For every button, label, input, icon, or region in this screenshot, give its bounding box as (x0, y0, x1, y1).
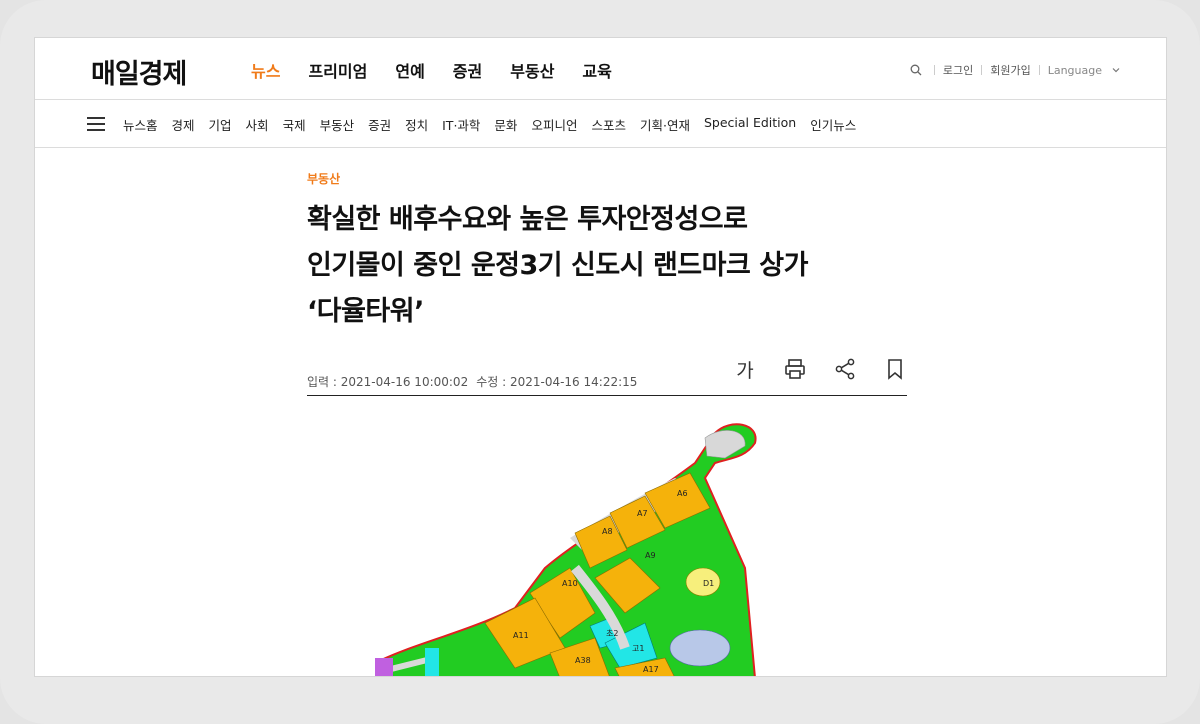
map-block-label: A8 (602, 527, 613, 536)
section-nav-item[interactable]: 사회 (246, 115, 269, 134)
map-block-label: 초2 (606, 629, 618, 638)
site-plan-map: A6 A7 A8 A9 D1 A10 A11 초2 고1 A38 A17 (375, 423, 757, 676)
bookmark-icon[interactable] (883, 357, 907, 381)
map-block-label: D1 (703, 579, 714, 588)
browser-page: 매일경제 뉴스 프리미엄 연예 증권 부동산 교육 로그인 회원가입 Langu… (35, 38, 1166, 676)
headline-line: 확실한 배후수요와 높은 투자안정성으로 (307, 204, 748, 235)
share-icon[interactable] (833, 357, 857, 381)
divider (981, 65, 983, 75)
article-dates: 입력 : 2021-04-16 10:00:02 수정 : 2021-04-16 … (307, 373, 637, 390)
main-nav-premium[interactable]: 프리미엄 (308, 58, 367, 82)
section-nav-item[interactable]: 기업 (209, 115, 232, 134)
article-category[interactable]: 부동산 (307, 170, 907, 187)
section-nav-item[interactable]: IT·과학 (442, 115, 480, 134)
sub-header: 뉴스홈 경제 기업 사회 국제 부동산 증권 정치 IT·과학 문화 오피니언 … (35, 100, 1166, 148)
section-nav-item[interactable]: 정치 (405, 115, 428, 134)
site-logo[interactable]: 매일경제 (91, 52, 187, 91)
main-nav: 뉴스 프리미엄 연예 증권 부동산 교육 (251, 58, 612, 82)
map-block-label: A17 (643, 665, 659, 674)
section-nav-item[interactable]: 문화 (494, 115, 517, 134)
modified-date: 수정 : 2021-04-16 14:22:15 (476, 375, 638, 389)
chevron-down-icon[interactable] (1112, 66, 1120, 74)
main-nav-stocks[interactable]: 증권 (453, 58, 482, 82)
login-link[interactable]: 로그인 (943, 62, 973, 78)
font-size-button[interactable]: 가 (733, 357, 757, 382)
section-nav-item[interactable]: 오피니언 (531, 115, 577, 134)
map-residential-blocks (484, 472, 731, 676)
print-icon[interactable] (783, 357, 807, 381)
map-block-label: 고1 (632, 644, 644, 653)
search-icon[interactable] (910, 64, 922, 76)
headline-line: ‘다율타워’ (307, 296, 424, 327)
main-nav-education[interactable]: 교육 (582, 58, 611, 82)
map-block-label: A7 (637, 509, 648, 518)
section-nav-item[interactable]: 국제 (283, 115, 306, 134)
divider (1038, 65, 1040, 75)
map-block-label: A10 (562, 579, 578, 588)
section-nav-item[interactable]: 인기뉴스 (810, 115, 856, 134)
utility-menu: 로그인 회원가입 Language (910, 62, 1120, 78)
divider (933, 65, 935, 75)
section-nav-item[interactable]: 경제 (172, 115, 195, 134)
section-nav-item[interactable]: 뉴스홈 (123, 115, 158, 134)
article-tools: 가 (733, 357, 907, 382)
map-block-label: A9 (645, 551, 656, 560)
map-block-label: A6 (677, 489, 688, 498)
headline-line: 인기몰이 중인 운정3기 신도시 랜드마크 상가 (307, 250, 808, 281)
main-nav-realestate[interactable]: 부동산 (510, 58, 554, 82)
section-nav: 뉴스홈 경제 기업 사회 국제 부동산 증권 정치 IT·과학 문화 오피니언 … (123, 115, 856, 134)
section-nav-item[interactable]: 증권 (368, 115, 391, 134)
language-selector[interactable]: Language (1048, 64, 1102, 77)
hamburger-icon[interactable] (87, 117, 105, 131)
top-header: 매일경제 뉴스 프리미엄 연예 증권 부동산 교육 로그인 회원가입 Langu… (35, 38, 1166, 100)
main-nav-news[interactable]: 뉴스 (251, 58, 280, 82)
article-meta-row: 입력 : 2021-04-16 10:00:02 수정 : 2021-04-16 … (307, 358, 907, 396)
article-headline: 확실한 배후수요와 높은 투자안정성으로 인기몰이 중인 운정3기 신도시 랜드… (307, 197, 907, 335)
section-nav-item[interactable]: 기획·연재 (640, 115, 690, 134)
map-block-label: A11 (513, 631, 529, 640)
section-nav-item[interactable]: Special Edition (704, 115, 796, 134)
article: 부동산 확실한 배후수요와 높은 투자안정성으로 인기몰이 중인 운정3기 신도… (307, 146, 907, 396)
input-date: 입력 : 2021-04-16 10:00:02 (307, 375, 469, 389)
signup-link[interactable]: 회원가입 (990, 62, 1030, 78)
map-block-label: A38 (575, 656, 591, 665)
main-nav-entertainment[interactable]: 연예 (395, 58, 424, 82)
section-nav-item[interactable]: 부동산 (320, 115, 355, 134)
section-nav-item[interactable]: 스포츠 (591, 115, 626, 134)
